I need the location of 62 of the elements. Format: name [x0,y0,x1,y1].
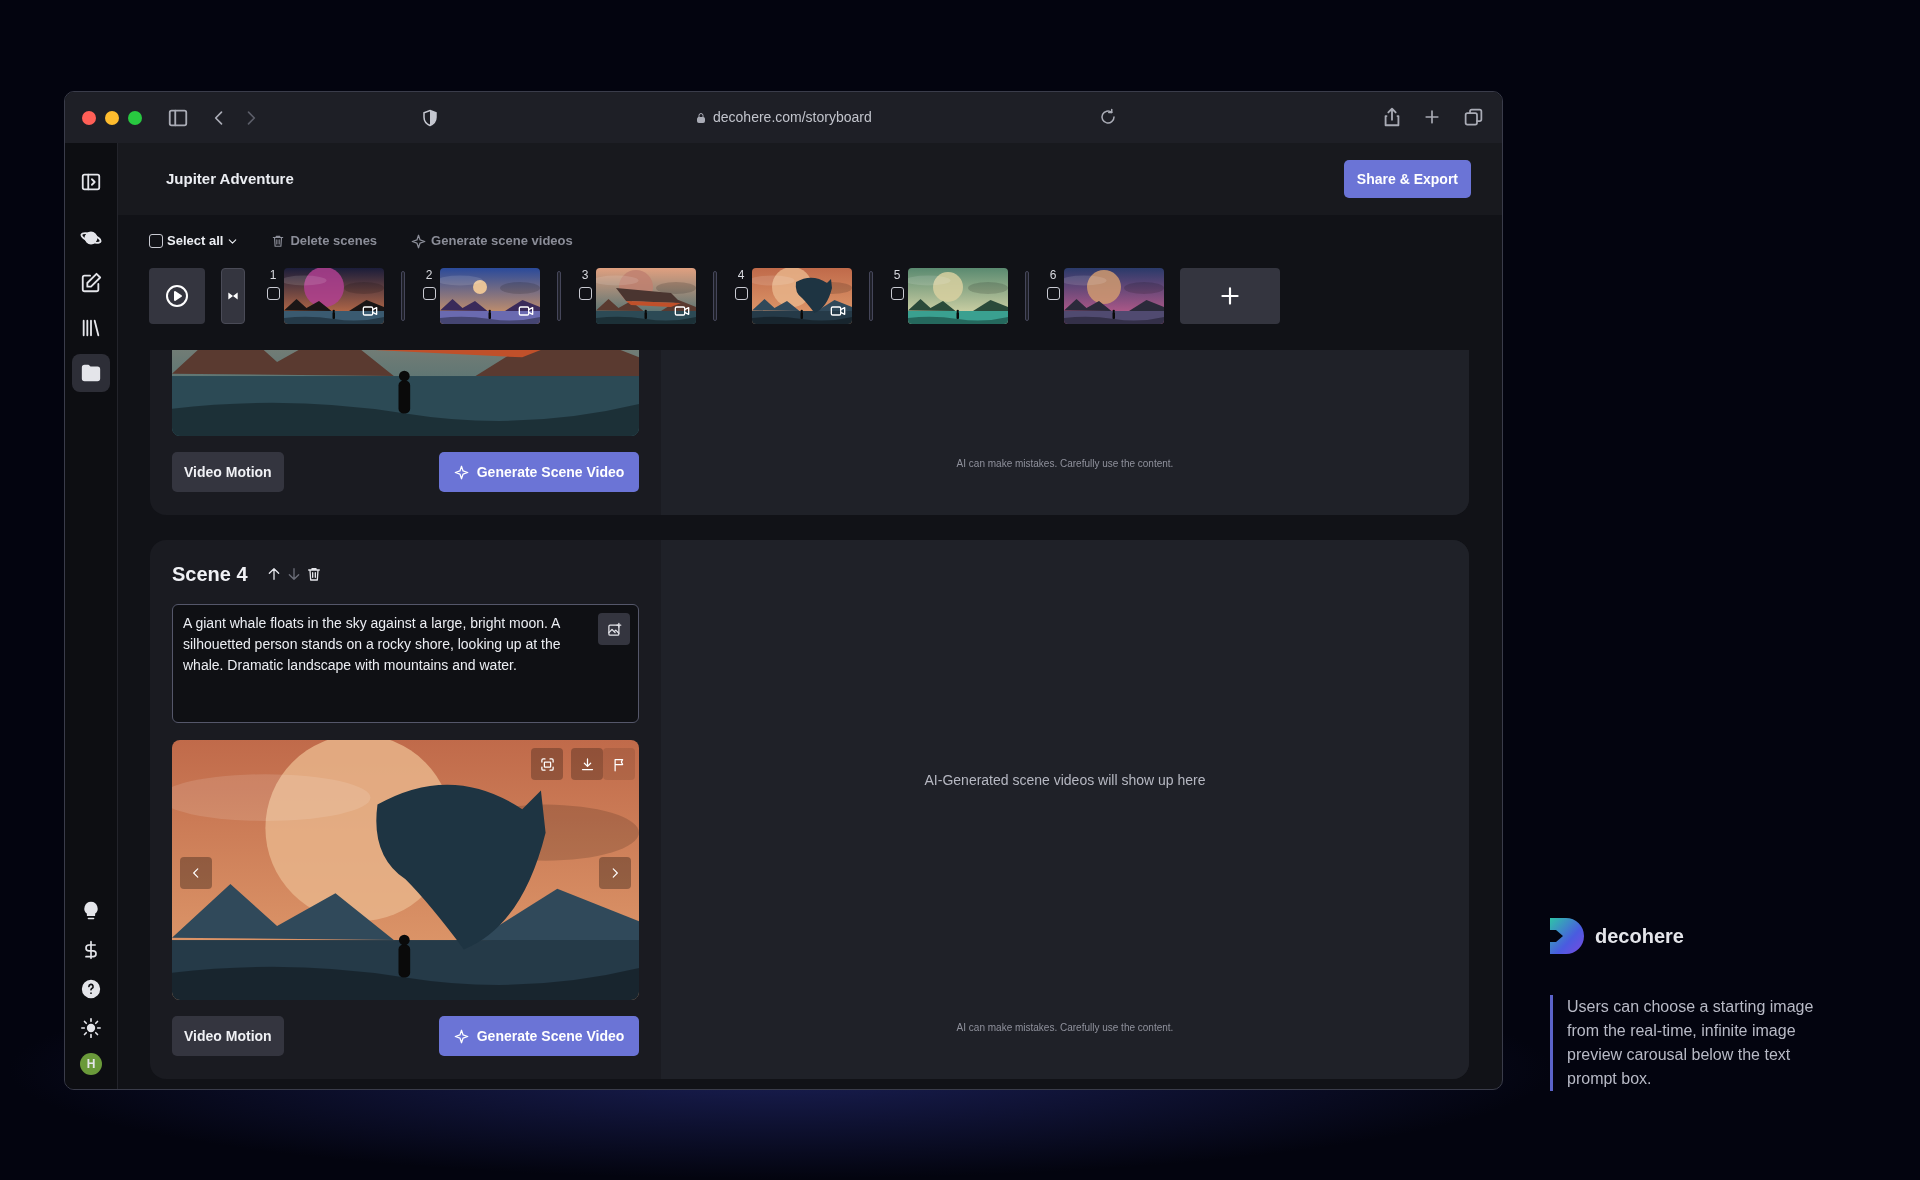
trash-icon[interactable] [305,566,322,582]
scene-number: 3 [581,268,589,282]
checkbox[interactable] [890,287,904,300]
play-button[interactable] [149,268,205,324]
minimize-button[interactable] [105,110,119,125]
caption-text: Users can choose a starting image from the real-time, infinite image preview carousal below the text prompt box. [1567,997,1815,1089]
download-icon [579,756,595,772]
prompt-text: A giant whale floats in the sky against a large, bright moon. A silhouetted person stands on a rocky shore, looking up at the whale. Dramatic landscape with mountains and water. [183,614,562,675]
brand-name: decohere [1595,924,1684,949]
download-button[interactable] [571,748,603,780]
sparkle-icon [453,1028,469,1044]
image-add-icon [606,621,622,637]
address-bar[interactable]: decohere.com/storyboard [713,107,872,128]
edit-icon [80,272,102,294]
video-placeholder-text: AI-Generated scene videos will show up here [924,770,1206,790]
select-all-dropdown[interactable]: Select all [167,231,240,251]
image-add-button[interactable] [598,613,630,645]
trash-icon [271,234,286,248]
compare-button[interactable] [221,268,245,324]
logo-icon [1550,918,1586,954]
lightbulb-icon [81,901,101,921]
library-icon [80,317,102,339]
folder-icon [80,362,102,384]
checkbox[interactable] [578,287,592,300]
flag-button[interactable] [603,748,635,780]
lock-icon [695,111,707,124]
video-motion-button[interactable]: Video Motion [172,452,284,492]
play-icon [165,284,189,308]
tabs-icon[interactable] [1463,107,1484,128]
checkbox[interactable] [422,287,436,300]
sidebar-item[interactable] [72,354,110,392]
help-icon [81,979,101,999]
scene-number: 5 [893,268,901,282]
delete-scenes-button[interactable]: Delete scenes [271,231,378,251]
scene-number: 2 [425,268,433,282]
frame-icon [539,756,555,772]
shield-icon[interactable] [421,108,439,127]
generate-video-button[interactable]: Generate Scene Video [439,1016,639,1056]
sparkle-icon [453,464,469,480]
close-button[interactable] [82,110,96,125]
checkbox[interactable] [149,234,163,248]
expand-sidebar-icon [80,171,102,193]
disclaimer-text: AI can make mistakes. Carefully use the content. [956,1021,1174,1035]
checkbox[interactable] [266,287,280,300]
scene-number: 1 [269,268,277,282]
sparkle-icon [411,233,427,249]
video-motion-button[interactable]: Video Motion [172,1016,284,1056]
checkbox[interactable] [1046,287,1060,300]
project-title: Jupiter Adventure [166,168,294,189]
scene-number: 4 [737,268,745,282]
maximize-button[interactable] [128,110,142,125]
share-export-button[interactable]: Share & Export [1343,160,1471,198]
fullscreen-button[interactable] [531,748,563,780]
checkbox[interactable] [734,287,748,300]
generate-video-button[interactable]: Generate Scene Video [439,452,639,492]
generate-videos-button[interactable]: Generate scene videos [411,231,573,251]
disclaimer-text: AI can make mistakes. Carefully use the content. [956,457,1174,471]
sun-icon [81,1018,101,1038]
scene-title: Scene 4 [172,562,248,587]
prompt-field[interactable]: A giant whale floats in the sky against a large, bright moon. A silhouetted person stands on a rocky shore, looking up at the whale. Dramatic landscape with mountains and water. [172,604,639,723]
reload-icon[interactable] [1099,108,1117,126]
scene-number: 6 [1049,268,1057,282]
